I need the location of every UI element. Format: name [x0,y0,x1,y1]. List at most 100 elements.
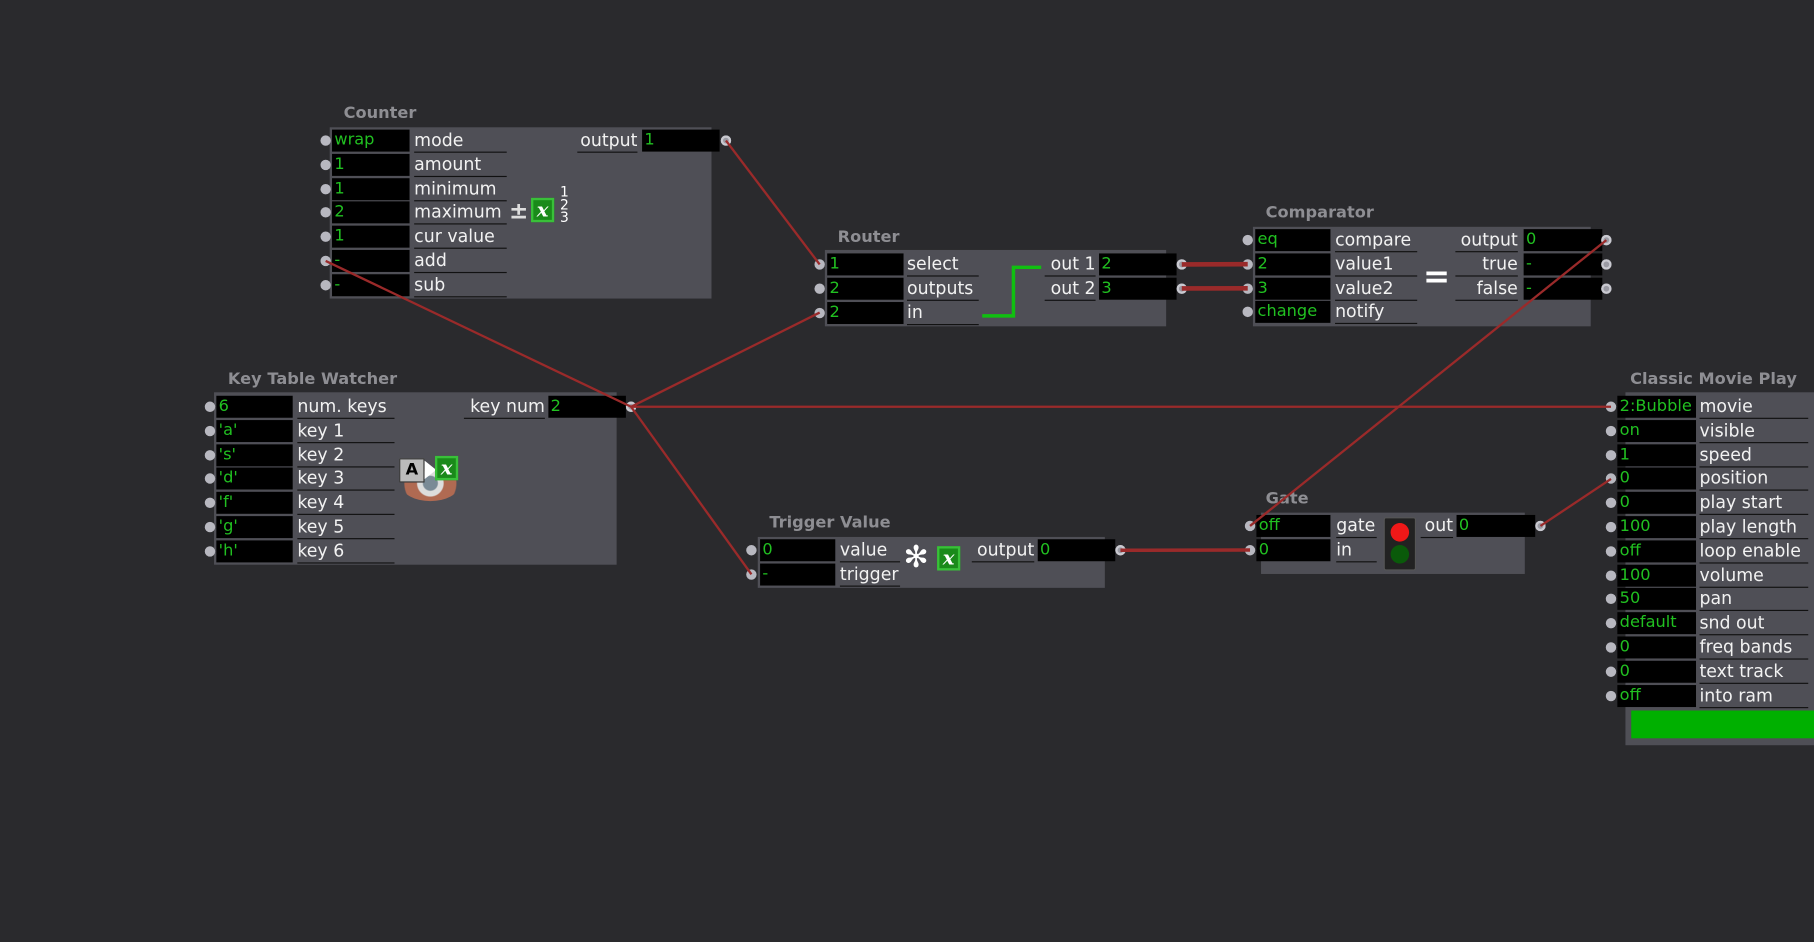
ktw-inlet-num-keys[interactable] [204,401,216,412]
variable-icon: x [434,455,459,481]
movie-inlet-volume[interactable] [1605,570,1617,581]
router-outlet-out-2[interactable] [1176,283,1187,294]
movie-freq-bands-input[interactable]: 0 [1617,636,1697,659]
ktw-key-3-input[interactable]: 'd' [216,467,293,490]
comparator-false-output-value: - [1523,277,1603,300]
gate-inlet-gate[interactable] [1244,520,1256,532]
ktw-key-5-input[interactable]: 'g' [216,516,293,539]
comparator-inlet-notify[interactable] [1242,307,1253,318]
router-inlet-outputs[interactable] [814,283,825,294]
ktw-key-4-input[interactable]: 'f' [216,492,293,515]
movie-inlet-visible[interactable] [1605,425,1617,437]
movie-pan-input[interactable]: 50 [1617,588,1697,611]
gate-in-label: in [1336,539,1377,563]
comparator-inlet-value2[interactable] [1242,283,1253,294]
counter-add-input[interactable]: - [332,249,410,272]
comparator-outlet-output[interactable] [1601,234,1612,246]
trigger-trigger-input[interactable]: - [760,563,836,586]
trigger-outlet-output[interactable] [1115,545,1126,556]
patch-canvas[interactable]: Counter wrap mode 1 amount 1 minimum 2 maximum 1 c… [0,0,1814,942]
green-light [1390,545,1410,564]
counter-minimum-label: minimum [414,178,507,201]
movie-play-start-input[interactable]: 0 [1617,492,1697,515]
comparator-output-output-label: output [1455,229,1518,253]
movie-volume-input[interactable]: 100 [1617,564,1697,587]
movie-inlet-speed[interactable] [1605,449,1617,461]
counter-inlet-add[interactable] [320,255,331,267]
movie-inlet-text-track[interactable] [1605,666,1617,677]
counter-digit: 3 [559,209,569,226]
movie-inlet-into-ram[interactable] [1605,690,1617,701]
movie-visible-input[interactable]: on [1617,419,1697,442]
counter-cur-value-input[interactable]: 1 [332,225,410,248]
router-outlet-out-1[interactable] [1176,259,1187,270]
counter-maximum-label: maximum [414,202,507,225]
ktw-inlet-key-2[interactable] [204,449,216,461]
ktw-num-keys-input[interactable]: 6 [216,395,293,418]
ktw-key-6-input[interactable]: 'h' [216,540,293,563]
comparator-notify-input[interactable]: change [1255,301,1331,324]
comparator-value2-input[interactable]: 3 [1255,277,1331,300]
router-title: Router [837,227,900,247]
ktw-key-1-label: key 1 [297,420,395,443]
ktw-key-1-input[interactable]: 'a' [216,419,293,442]
movie-inlet-snd-out[interactable] [1605,618,1617,629]
counter-mode-input[interactable]: wrap [332,129,410,152]
sparkle-icon: ✻ [903,540,929,576]
ktw-key-3-label: key 3 [297,468,395,492]
trigger-inlet-trigger[interactable] [746,569,757,580]
counter-amount-input[interactable]: 1 [332,153,410,176]
movie-inlet-movie[interactable] [1605,401,1617,412]
movie-inlet-freq-bands[interactable] [1605,642,1617,653]
movie-play-length-input[interactable]: 100 [1617,516,1697,539]
gate-inlet-in[interactable] [1244,544,1256,556]
movie-inlet-position[interactable] [1605,473,1617,485]
counter-minimum-input[interactable]: 1 [332,177,410,200]
movie-inlet-loop-enable[interactable] [1605,545,1617,557]
comparator-value1-input[interactable]: 2 [1255,253,1331,276]
comparator-compare-input[interactable]: eq [1255,229,1331,252]
movie-into-ram-input[interactable]: off [1617,684,1697,707]
wire-key-num-to-router-in [630,311,821,408]
trigger-value-input[interactable]: 0 [760,539,836,562]
counter-inlet-amount[interactable] [320,159,331,170]
gate-outlet-out[interactable] [1535,520,1546,532]
ktw-key-2-input[interactable]: 's' [216,443,293,466]
movie-movie-input[interactable]: 2:Bubble [1617,395,1697,418]
router-inlet-select[interactable] [814,259,825,270]
ktw-inlet-key-1[interactable] [204,425,216,437]
trigger-output-output-value: 0 [1037,539,1116,562]
counter-sub-input[interactable]: - [332,274,410,297]
ktw-outlet-key-num[interactable] [625,401,637,412]
ktw-inlet-key-6[interactable] [204,545,216,557]
ktw-inlet-key-5[interactable] [204,521,216,533]
counter-outlet-output[interactable] [720,135,732,146]
counter-inlet-minimum[interactable] [320,183,331,194]
router-in-input[interactable]: 2 [827,301,904,324]
router-inlet-in[interactable] [814,307,825,318]
movie-speed-input[interactable]: 1 [1617,443,1697,466]
movie-inlet-pan[interactable] [1605,594,1617,605]
movie-inlet-play-length[interactable] [1605,521,1617,533]
wire-gate-out-to-position [1539,478,1612,527]
comparator-inlet-compare[interactable] [1242,234,1253,246]
gate-gate-input[interactable]: off [1256,514,1331,537]
router-outputs-input[interactable]: 2 [827,277,904,300]
comparator-inlet-value1[interactable] [1242,258,1253,270]
movie-position-input[interactable]: 0 [1617,467,1697,490]
counter-maximum-input[interactable]: 2 [332,201,410,224]
counter-inlet-sub[interactable] [320,279,331,291]
comparator-outlet-false[interactable] [1601,283,1612,294]
movie-text-track-input[interactable]: 0 [1617,660,1697,683]
gate-in-input[interactable]: 0 [1256,539,1331,562]
movie-play-start-label: play start [1699,492,1809,516]
comparator-outlet-true[interactable] [1601,258,1612,270]
router-select-input[interactable]: 1 [827,253,904,276]
trigger-inlet-value[interactable] [746,545,757,556]
movie-snd-out-input[interactable]: default [1617,612,1697,635]
counter-inlet-mode[interactable] [320,135,331,146]
movie-into-ram-label: into ram [1699,685,1809,708]
ktw-key-num-output-value: 2 [548,395,626,418]
movie-loop-enable-input[interactable]: off [1617,540,1697,563]
movie-inlet-play-start[interactable] [1605,497,1617,509]
